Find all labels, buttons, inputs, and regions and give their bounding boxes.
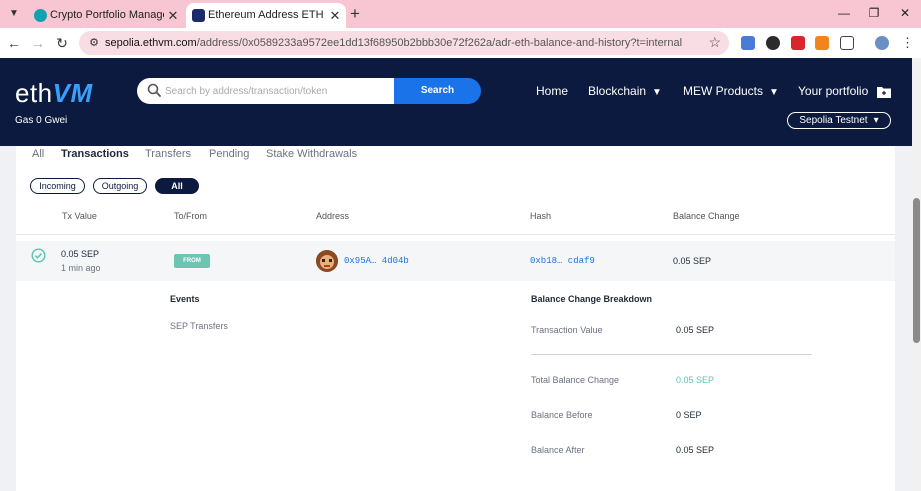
new-tab-button[interactable]: + <box>350 4 360 24</box>
header-divider <box>16 234 895 235</box>
scrollbar-thumb[interactable] <box>913 198 920 343</box>
total-balance-change-label: Total Balance Change <box>531 375 620 385</box>
site-header: ethVM Gas 0 Gwei Search Home Blockchain▼… <box>0 58 912 146</box>
url-text[interactable]: sepolia.ethvm.com/address/0x0589233a9572… <box>105 31 682 55</box>
nav-home[interactable]: Home <box>536 84 568 98</box>
balance-change: 0.05 SEP <box>673 256 712 266</box>
chevron-down-icon: ▼ <box>769 87 779 98</box>
balance-after-label: Balance After <box>531 445 585 455</box>
forward-arrow-icon[interactable]: → <box>30 35 46 51</box>
metamask-fox-icon[interactable] <box>815 36 829 50</box>
col-header-hash: Hash <box>530 211 552 221</box>
breakdown-divider <box>531 354 812 355</box>
subtab-pending[interactable]: Pending <box>209 148 249 160</box>
transaction-value: 0.05 SEP <box>676 325 715 335</box>
translate-extension-icon[interactable] <box>741 36 755 50</box>
breakdown-title: Balance Change Breakdown <box>531 294 653 304</box>
network-selector[interactable]: Sepolia Testnet ▾ <box>787 112 891 129</box>
extension-icon[interactable] <box>766 36 780 50</box>
address-link[interactable]: 0x95A… 4d04b <box>344 256 409 266</box>
reload-icon[interactable]: ↻ <box>54 35 70 51</box>
hash-link[interactable]: 0xb18… cdaf9 <box>530 256 595 266</box>
subtab-stake-withdrawals[interactable]: Stake Withdrawals <box>266 148 357 160</box>
balance-after: 0.05 SEP <box>676 445 715 455</box>
ethvm-logo[interactable]: ethVM <box>15 78 93 109</box>
search-icon <box>146 82 164 100</box>
col-header-balance-change: Balance Change <box>673 211 740 221</box>
search-input[interactable] <box>165 81 385 101</box>
tab-close-icon[interactable]: ✕ <box>166 3 180 28</box>
search-box <box>137 78 395 104</box>
search-button[interactable]: Search <box>394 78 481 104</box>
tx-value: 0.05 SEP <box>61 249 100 259</box>
transactions-panel: All Transactions Transfers Pending Stake… <box>16 146 895 491</box>
folder-icon[interactable] <box>877 85 891 98</box>
mew-extension-icon[interactable] <box>791 36 805 50</box>
total-balance-change: 0.05 SEP <box>676 375 715 385</box>
col-header-to-from: To/From <box>174 211 208 221</box>
col-header-tx-value: Tx Value <box>62 211 97 221</box>
tab-close-icon[interactable]: ✕ <box>328 3 342 28</box>
minimize-button[interactable]: — <box>836 6 852 20</box>
balance-before: 0 SEP <box>676 410 702 420</box>
url-bar[interactable]: ⚙ sepolia.ethvm.com/address/0x0589233a95… <box>79 31 729 55</box>
filter-outgoing[interactable]: Outgoing <box>93 178 147 194</box>
tab-search-chevron-icon[interactable]: ▼ <box>6 6 22 22</box>
event-item: SEP Transfers <box>170 321 228 331</box>
tab-title: Crypto Portfolio Manager | MyE <box>50 9 164 21</box>
subtab-all[interactable]: All <box>32 148 44 160</box>
browser-tab-bar: ▼ Crypto Portfolio Manager | MyE ✕ Ether… <box>0 0 921 28</box>
mew-favicon-icon <box>34 9 47 22</box>
profile-avatar-icon[interactable] <box>875 36 889 50</box>
direction-badge: FROM <box>174 254 210 268</box>
back-arrow-icon[interactable]: ← <box>6 35 22 51</box>
site-info-icon[interactable]: ⚙ <box>87 36 101 50</box>
bookmark-star-icon[interactable]: ☆ <box>708 34 721 51</box>
nav-mew-products[interactable]: MEW Products ▼ <box>683 84 779 98</box>
balance-before-label: Balance Before <box>531 410 593 420</box>
browser-tab-portfolio[interactable]: Crypto Portfolio Manager | MyE ✕ <box>28 3 184 28</box>
tx-time: 1 min ago <box>61 263 101 273</box>
chevron-down-icon: ▾ <box>873 115 879 126</box>
browser-menu-icon[interactable]: ⋮ <box>901 35 914 51</box>
gas-price: Gas 0 Gwei <box>15 115 68 126</box>
col-header-address: Address <box>316 211 350 221</box>
nav-your-portfolio[interactable]: Your portfolio <box>798 84 868 98</box>
extensions-puzzle-icon[interactable] <box>840 36 854 50</box>
filter-all[interactable]: All <box>155 178 199 194</box>
close-window-button[interactable]: ✕ <box>897 6 913 20</box>
filter-incoming[interactable]: Incoming <box>30 178 85 194</box>
ethvm-favicon-icon <box>192 9 205 22</box>
transaction-value-label: Transaction Value <box>531 325 603 335</box>
table-row[interactable] <box>16 241 895 281</box>
tab-title: Ethereum Address ETH Balance <box>208 9 326 21</box>
browser-tab-ethvm[interactable]: Ethereum Address ETH Balance ✕ <box>186 3 346 28</box>
maximize-button[interactable]: ❐ <box>866 6 882 20</box>
success-check-icon <box>31 248 46 263</box>
nav-blockchain[interactable]: Blockchain ▼ <box>588 84 662 98</box>
address-avatar-icon <box>316 250 338 272</box>
browser-toolbar: ← → ↻ ⚙ sepolia.ethvm.com/address/0x0589… <box>0 28 921 58</box>
events-title: Events <box>170 294 200 304</box>
chevron-down-icon: ▼ <box>652 87 662 98</box>
subtab-transactions[interactable]: Transactions <box>61 148 129 160</box>
subtab-transfers[interactable]: Transfers <box>145 148 191 160</box>
